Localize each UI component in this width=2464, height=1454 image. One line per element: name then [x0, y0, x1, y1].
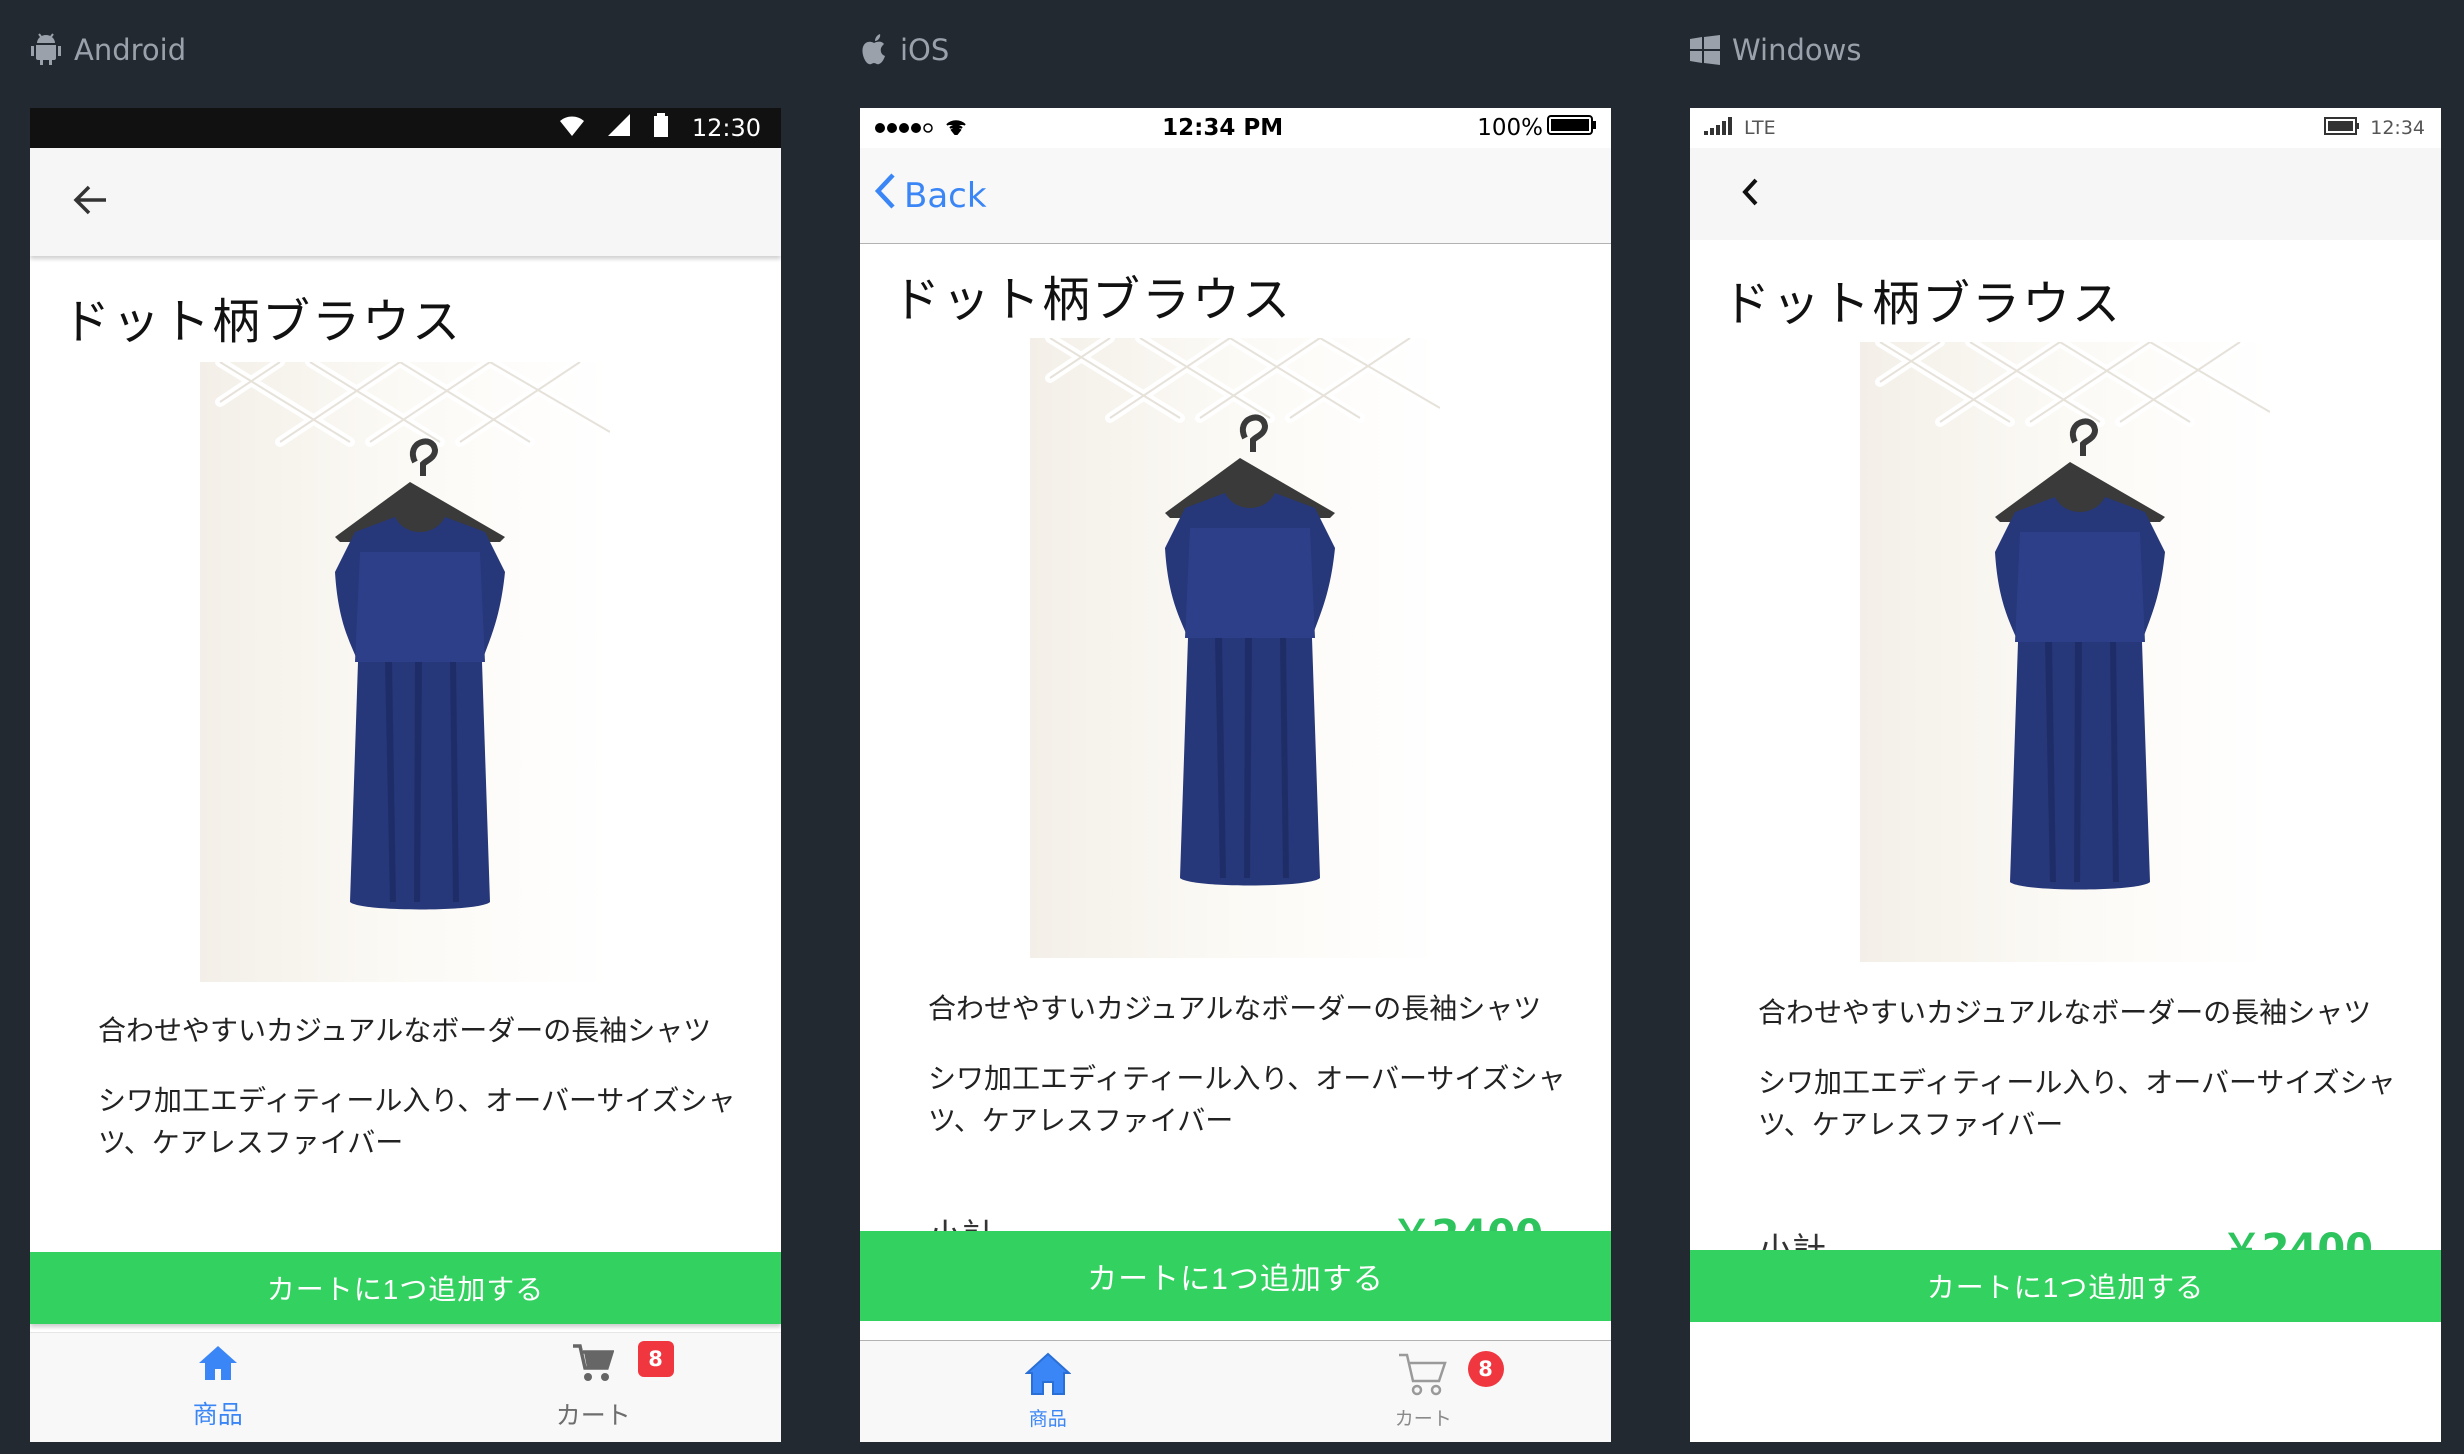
signal-icon: [607, 114, 630, 142]
tab-products-label: 商品: [192, 1399, 243, 1429]
tab-products[interactable]: 商品: [30, 1333, 406, 1442]
android-logo-icon: [30, 33, 62, 67]
empty-footer: [1690, 1322, 2441, 1442]
product-description: 合わせやすいカジュアルなボーダーの長袖シャツ シワ加工エディティール入り、オーバ…: [928, 988, 1568, 1142]
wifi-icon: [559, 114, 584, 142]
description-line-2: シワ加工エディティール入り、オーバーサイズシャツ、ケアレスファイバー: [1758, 1066, 2396, 1141]
tab-cart[interactable]: カート 8: [1236, 1341, 1612, 1442]
product-title: ドット柄ブラウス: [892, 272, 1293, 328]
app-bar: [30, 148, 781, 256]
back-label: Back: [904, 175, 987, 216]
description-line-1: 合わせやすいカジュアルなボーダーの長袖シャツ: [98, 1014, 712, 1047]
description-line-2: シワ加工エディティール入り、オーバーサイズシャツ、ケアレスファイバー: [928, 1062, 1566, 1137]
apple-logo-icon: [860, 33, 888, 67]
product-description: 合わせやすいカジュアルなボーダーの長袖シャツ シワ加工エディティール入り、オーバ…: [98, 1010, 738, 1164]
tab-cart-label: カート: [1394, 1408, 1452, 1430]
status-time: 12:34: [2370, 117, 2425, 139]
battery-icon: [2324, 116, 2360, 140]
description-line-2: シワ加工エディティール入り、オーバーサイズシャツ、ケアレスファイバー: [98, 1084, 736, 1159]
back-arrow-icon[interactable]: [72, 184, 108, 220]
status-bar: 12:30: [30, 108, 781, 148]
platform-name: Windows: [1732, 33, 1862, 67]
home-icon: [1024, 1352, 1072, 1400]
wifi-icon: [944, 115, 968, 141]
tab-products[interactable]: 商品: [860, 1341, 1236, 1442]
product-image: [1030, 338, 1440, 958]
cart-count-badge: 8: [1467, 1351, 1504, 1387]
add-to-cart-button[interactable]: カートに1つ追加する: [30, 1252, 781, 1324]
cart-count-badge: 8: [637, 1341, 674, 1377]
android-phone: 12:30 ドット柄ブラウス 合わせやすいカジュアルなボーダーの長袖シャツ シワ…: [30, 108, 781, 1442]
product-title: ドット柄ブラウス: [1722, 276, 2123, 332]
platform-name: Android: [74, 33, 187, 67]
network-type: LTE: [1744, 117, 1776, 139]
windows-logo-icon: [1690, 35, 1720, 65]
cart-icon: [1398, 1352, 1448, 1400]
cart-icon: [572, 1343, 615, 1386]
navigation-bar: Back: [860, 148, 1611, 244]
platform-label-windows: Windows: [1690, 30, 1861, 70]
tab-cart-label: カート: [555, 1400, 631, 1430]
tab-cart[interactable]: カート 8: [406, 1333, 782, 1442]
add-to-cart-button[interactable]: カートに1つ追加する: [860, 1231, 1611, 1321]
battery-icon: [1546, 115, 1597, 141]
battery-percent: 100%: [1477, 115, 1543, 141]
description-line-1: 合わせやすいカジュアルなボーダーの長袖シャツ: [928, 992, 1542, 1025]
signal-dots-icon: [874, 115, 934, 141]
command-bar: [1690, 148, 2441, 240]
back-button[interactable]: Back: [874, 172, 987, 219]
bottom-tab-bar: 商品 カート 8: [30, 1332, 781, 1442]
signal-bars-icon: [1704, 116, 1734, 140]
windows-phone: LTE 12:34 ドット柄ブラウス 合わせやすいカジュアルなボーダーの長袖シャ…: [1690, 108, 2441, 1442]
chevron-left-icon: [874, 172, 896, 219]
add-to-cart-button[interactable]: カートに1つ追加する: [1690, 1250, 2441, 1322]
product-image: [200, 362, 610, 982]
status-bar: LTE 12:34: [1690, 108, 2441, 148]
platform-label-android: Android: [30, 30, 186, 70]
platform-label-ios: iOS: [860, 30, 949, 70]
status-bar: 12:34 PM 100%: [860, 108, 1611, 148]
product-description: 合わせやすいカジュアルなボーダーの長袖シャツ シワ加工エディティール入り、オーバ…: [1758, 992, 2398, 1146]
platform-name: iOS: [900, 33, 950, 67]
status-time: 12:30: [691, 114, 761, 142]
product-image: [1860, 342, 2270, 962]
product-title: ドット柄ブラウス: [62, 294, 463, 350]
ios-phone: 12:34 PM 100% Back ドット柄ブラウス 合わせやすいカジュアルな…: [860, 108, 1611, 1442]
description-line-1: 合わせやすいカジュアルなボーダーの長袖シャツ: [1758, 996, 2372, 1029]
home-icon: [198, 1345, 238, 1385]
tab-products-label: 商品: [1028, 1408, 1067, 1430]
bottom-tab-bar: 商品 カート 8: [860, 1340, 1611, 1442]
back-chevron-icon[interactable]: [1740, 175, 1760, 213]
battery-icon: [653, 113, 668, 143]
status-time: 12:34 PM: [1162, 115, 1284, 141]
